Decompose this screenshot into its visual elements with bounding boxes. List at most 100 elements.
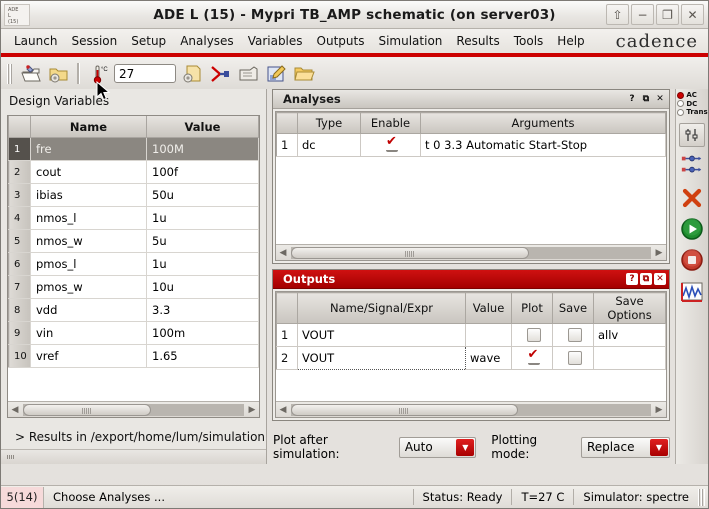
variable-value[interactable]: 1u <box>146 252 259 276</box>
variable-name[interactable]: vdd <box>30 298 147 322</box>
variable-value[interactable]: 100M <box>146 137 259 161</box>
edit-variables-icon[interactable] <box>263 61 288 86</box>
pane-resize-grip[interactable] <box>1 449 266 464</box>
table-row[interactable]: 2 VOUT wave <box>276 346 666 370</box>
netlist-setup-icon[interactable] <box>179 61 204 86</box>
save-state-icon[interactable] <box>235 61 260 86</box>
outputs-column-plot[interactable]: Plot <box>511 292 553 324</box>
analyses-undock-icon[interactable]: ⧉ <box>640 93 652 105</box>
plot-after-simulation-select[interactable]: Auto ▼ <box>398 436 477 458</box>
output-save-cell[interactable] <box>552 323 594 347</box>
menu-analyses[interactable]: Analyses <box>173 32 241 50</box>
output-save-options[interactable] <box>593 346 666 370</box>
radio-trans-dot[interactable] <box>677 108 685 116</box>
outputs-close-icon[interactable]: ✕ <box>654 273 666 285</box>
rollup-button[interactable]: ⇧ <box>606 4 629 25</box>
analyses-column-type[interactable]: Type <box>297 112 361 134</box>
variable-value[interactable]: 5u <box>146 229 259 253</box>
outputs-column-value[interactable]: Value <box>465 292 512 324</box>
menu-variables[interactable]: Variables <box>241 32 310 50</box>
close-button[interactable]: ✕ <box>681 4 704 25</box>
chevron-down-icon[interactable]: ▼ <box>650 438 668 456</box>
checkbox-unchecked-icon[interactable] <box>567 328 582 343</box>
variable-name[interactable]: cout <box>30 160 147 184</box>
variable-name[interactable]: nmos_w <box>30 229 147 253</box>
variable-value[interactable]: 1.65 <box>146 344 259 368</box>
plotting-mode-select[interactable]: Replace ▼ <box>580 436 670 458</box>
variable-value[interactable]: 10u <box>146 275 259 299</box>
table-row[interactable]: 6 pmos_l 1u <box>8 252 259 276</box>
scroll-track[interactable] <box>23 403 244 416</box>
column-header-name[interactable]: Name <box>30 116 147 138</box>
analyses-column-arguments[interactable]: Arguments <box>420 112 666 134</box>
output-name[interactable]: VOUT <box>297 323 466 347</box>
radio-ac[interactable]: AC <box>677 91 707 100</box>
scroll-track[interactable] <box>291 403 651 416</box>
temperature-icon[interactable]: °C <box>86 61 111 86</box>
scroll-left-icon[interactable]: ◀ <box>276 246 290 259</box>
chevron-down-icon[interactable]: ▼ <box>456 438 475 456</box>
table-row[interactable]: 5 nmos_w 5u <box>8 229 259 253</box>
scroll-right-icon[interactable]: ▶ <box>245 403 259 416</box>
table-row[interactable]: 1 fre 100M <box>8 137 259 161</box>
run-simulation-icon[interactable] <box>680 216 704 242</box>
column-header-value[interactable]: Value <box>146 116 259 138</box>
analyses-close-icon[interactable]: ✕ <box>654 93 666 105</box>
radio-dc[interactable]: DC <box>677 100 707 109</box>
choose-analyses-icon[interactable] <box>679 122 705 147</box>
stop-simulation-icon[interactable] <box>207 61 232 86</box>
analysis-arguments[interactable]: t 0 3.3 Automatic Start-Stop <box>420 133 666 157</box>
scroll-right-icon[interactable]: ▶ <box>652 403 666 416</box>
radio-trans[interactable]: Trans <box>677 108 708 117</box>
variable-value[interactable]: 1u <box>146 206 259 230</box>
variable-value[interactable]: 100m <box>146 321 259 345</box>
checkbox-checked-icon[interactable] <box>527 347 540 366</box>
menu-results[interactable]: Results <box>449 32 506 50</box>
open-results-icon[interactable] <box>291 61 316 86</box>
radio-dc-dot[interactable] <box>677 100 685 108</box>
checkbox-unchecked-icon[interactable] <box>526 328 541 343</box>
scroll-thumb[interactable] <box>291 246 529 259</box>
maximize-button[interactable]: ❐ <box>656 4 679 25</box>
output-plot-cell[interactable] <box>511 346 553 370</box>
table-row[interactable]: 9 vin 100m <box>8 321 259 345</box>
minimize-button[interactable]: − <box>631 4 654 25</box>
analyses-help-icon[interactable]: ? <box>626 93 638 105</box>
analysis-type[interactable]: dc <box>297 133 361 157</box>
outputs-column-name[interactable]: Name/Signal/Expr <box>297 292 466 324</box>
scroll-left-icon[interactable]: ◀ <box>276 403 290 416</box>
delete-icon[interactable] <box>680 187 704 209</box>
table-row[interactable]: 1 dc t 0 3.3 Automatic Start-Stop <box>276 133 666 157</box>
table-row[interactable]: 10 vref 1.65 <box>8 344 259 368</box>
outputs-help-icon[interactable]: ? <box>626 273 638 285</box>
statusbar-resize-grip[interactable] <box>698 488 705 506</box>
output-name[interactable]: VOUT <box>297 346 466 370</box>
table-row[interactable]: 1 VOUT allv <box>276 323 666 347</box>
table-row[interactable]: 3 ibias 50u <box>8 183 259 207</box>
output-save-cell[interactable] <box>552 346 594 370</box>
variable-name[interactable]: pmos_l <box>30 252 147 276</box>
outputs-column-save[interactable]: Save <box>552 292 594 324</box>
variable-value[interactable]: 50u <box>146 183 259 207</box>
variable-name[interactable]: vin <box>30 321 147 345</box>
scroll-thumb[interactable] <box>291 403 518 416</box>
output-plot-cell[interactable] <box>511 323 553 347</box>
table-row[interactable]: 7 pmos_w 10u <box>8 275 259 299</box>
outputs-column-save-options[interactable]: Save Options <box>593 292 666 324</box>
scroll-track[interactable] <box>291 246 651 259</box>
table-row[interactable]: 2 cout 100f <box>8 160 259 184</box>
variable-value[interactable]: 100f <box>146 160 259 184</box>
design-variables-hscrollbar[interactable]: ◀ ▶ <box>8 401 259 417</box>
edit-variables-rail-icon[interactable] <box>680 150 704 180</box>
scroll-thumb[interactable] <box>23 403 152 416</box>
menu-session[interactable]: Session <box>64 32 124 50</box>
menu-launch[interactable]: Launch <box>7 32 64 50</box>
menu-help[interactable]: Help <box>550 32 591 50</box>
variable-name[interactable]: pmos_w <box>30 275 147 299</box>
table-row[interactable]: 4 nmos_l 1u <box>8 206 259 230</box>
scroll-left-icon[interactable]: ◀ <box>8 403 22 416</box>
table-row[interactable]: 8 vdd 3.3 <box>8 298 259 322</box>
menu-simulation[interactable]: Simulation <box>371 32 449 50</box>
open-design-icon[interactable] <box>18 61 43 86</box>
analyses-column-enable[interactable]: Enable <box>360 112 421 134</box>
